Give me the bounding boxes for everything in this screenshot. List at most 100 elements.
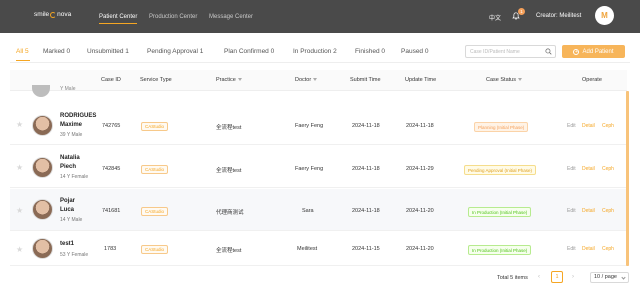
language-switch[interactable]: 中文	[489, 13, 501, 22]
col-case-status[interactable]: Case Status	[486, 77, 522, 83]
submit-time: 2024-11-18	[352, 208, 380, 214]
user-avatar[interactable]: M	[595, 6, 614, 25]
status-badge: Pending Approval (Initial Phase)	[464, 165, 537, 175]
tab-in-production[interactable]: In Production 2	[293, 48, 337, 55]
tab-paused[interactable]: Paused 0	[401, 48, 428, 55]
col-case-id: Case ID	[101, 77, 121, 83]
edit-link[interactable]: Edit	[567, 246, 576, 252]
prev-page-icon[interactable]: ‹	[538, 274, 540, 280]
avatar	[32, 199, 53, 220]
status-badge: In Production (Initial Phase)	[468, 245, 532, 255]
doctor: Meilitest	[297, 246, 318, 252]
update-time: 2024-11-29	[406, 166, 434, 172]
patient-age-gender: 14 Y Male	[60, 217, 83, 223]
update-time: 2024-11-20	[406, 208, 434, 214]
search-box	[465, 45, 556, 58]
page-size-label: 10 / page	[594, 274, 617, 280]
status-badge: In Production (Initial Phase)	[468, 207, 532, 217]
filter-icon[interactable]	[313, 78, 318, 82]
tab-marked[interactable]: Marked 0	[43, 48, 70, 55]
star-icon[interactable]: ★	[16, 120, 23, 129]
search-input[interactable]	[466, 46, 544, 57]
service-type-tag: CAStudio	[141, 165, 169, 174]
star-icon[interactable]: ★	[16, 245, 23, 254]
practice: 全流程test	[216, 168, 242, 174]
detail-link[interactable]: Detail	[582, 123, 595, 129]
logo: smile nova	[34, 11, 71, 18]
case-id: 741681	[102, 208, 121, 214]
avatar	[32, 238, 53, 259]
service-type-tag: CAStudio	[141, 245, 169, 254]
practice: 代理商测试	[216, 210, 244, 216]
col-service-type: Service Type	[140, 77, 172, 83]
edit-link[interactable]: Edit	[567, 208, 576, 214]
page-size-select[interactable]: 10 / page	[590, 272, 629, 283]
submit-time: 2024-11-18	[352, 123, 380, 129]
submit-time: 2024-11-18	[352, 166, 380, 172]
tab-divider	[10, 62, 630, 63]
status-badge: Planning (Initial Phase)	[474, 122, 529, 132]
table-row[interactable]	[10, 232, 627, 266]
tab-pending-approval[interactable]: Pending Approval 1	[147, 48, 203, 55]
case-id: 1783	[104, 246, 117, 252]
creator-label: Creator: Meilitest	[536, 13, 582, 19]
next-page-icon[interactable]: ›	[572, 274, 574, 280]
star-icon[interactable]: ★	[16, 206, 23, 215]
patient-age-gender: 39 Y Male	[60, 132, 83, 138]
detail-link[interactable]: Detail	[582, 208, 595, 214]
doctor: Faery Feng	[295, 123, 324, 129]
scrollbar-thumb[interactable]	[626, 91, 629, 266]
patient-name[interactable]: Natalia	[60, 154, 80, 163]
detail-link[interactable]: Detail	[582, 166, 595, 172]
col-practice[interactable]: Practice	[216, 77, 242, 83]
logo-text-right: nova	[57, 11, 72, 18]
star-icon[interactable]: ★	[16, 163, 23, 172]
edit-link[interactable]: Edit	[567, 166, 576, 172]
doctor: Sara	[302, 208, 314, 214]
practice: 全流程test	[216, 125, 242, 131]
nav-production-center[interactable]: Production Center	[149, 0, 197, 33]
col-update-time: Update Time	[405, 77, 437, 83]
nav-patient-center[interactable]: Patient Center	[99, 0, 138, 33]
logo-text-left: smile	[34, 11, 50, 18]
filter-icon[interactable]	[517, 78, 522, 82]
search-icon[interactable]	[545, 48, 552, 55]
filter-icon[interactable]	[237, 78, 242, 82]
plus-circle-icon: +	[573, 48, 580, 55]
col-submit-time: Submit Time	[350, 77, 381, 83]
practice: 全流程test	[216, 248, 242, 254]
page-number[interactable]: 1	[551, 271, 563, 283]
detail-link[interactable]: Detail	[582, 246, 595, 252]
add-patient-button[interactable]: + Add Patient	[562, 45, 625, 58]
tab-finished[interactable]: Finished 0	[355, 48, 385, 55]
total-items: Total 5 items	[497, 275, 528, 281]
patient-age-gender: 53 Y Female	[60, 252, 89, 258]
tab-unsubmitted[interactable]: Unsubmitted 1	[87, 48, 129, 55]
patient-name[interactable]: Pojar	[60, 197, 75, 206]
logo-swirl-icon	[50, 11, 57, 18]
edit-link[interactable]: Edit	[567, 123, 576, 129]
ceph-link[interactable]: Ceph	[602, 208, 614, 214]
tab-plan-confirmed[interactable]: Plan Confirmed 0	[224, 48, 274, 55]
patient-name[interactable]: test1	[60, 240, 74, 249]
patient-name[interactable]: RODRIGUES	[60, 112, 96, 121]
notification-badge: 1	[518, 8, 525, 15]
patient-name[interactable]: Piech	[60, 163, 76, 172]
nav-message-center[interactable]: Message Center	[209, 0, 253, 33]
ceph-link[interactable]: Ceph	[602, 166, 614, 172]
avatar	[32, 85, 50, 97]
ceph-link[interactable]: Ceph	[602, 123, 614, 129]
case-id: 742765	[102, 123, 121, 129]
tab-all[interactable]: All 5	[16, 48, 29, 55]
patient-age-gender: Y Male	[60, 86, 76, 92]
col-doctor[interactable]: Doctor	[295, 77, 318, 83]
avatar	[32, 115, 53, 136]
active-tab-indicator	[16, 60, 30, 62]
col-operate: Operate	[582, 77, 602, 83]
patient-name[interactable]: Maxime	[60, 121, 82, 130]
chevron-down-icon	[621, 275, 626, 280]
update-time: 2024-11-20	[406, 246, 434, 252]
patient-name[interactable]: Luca	[60, 206, 74, 215]
service-type-tag: CAStudio	[141, 122, 169, 131]
ceph-link[interactable]: Ceph	[602, 246, 614, 252]
